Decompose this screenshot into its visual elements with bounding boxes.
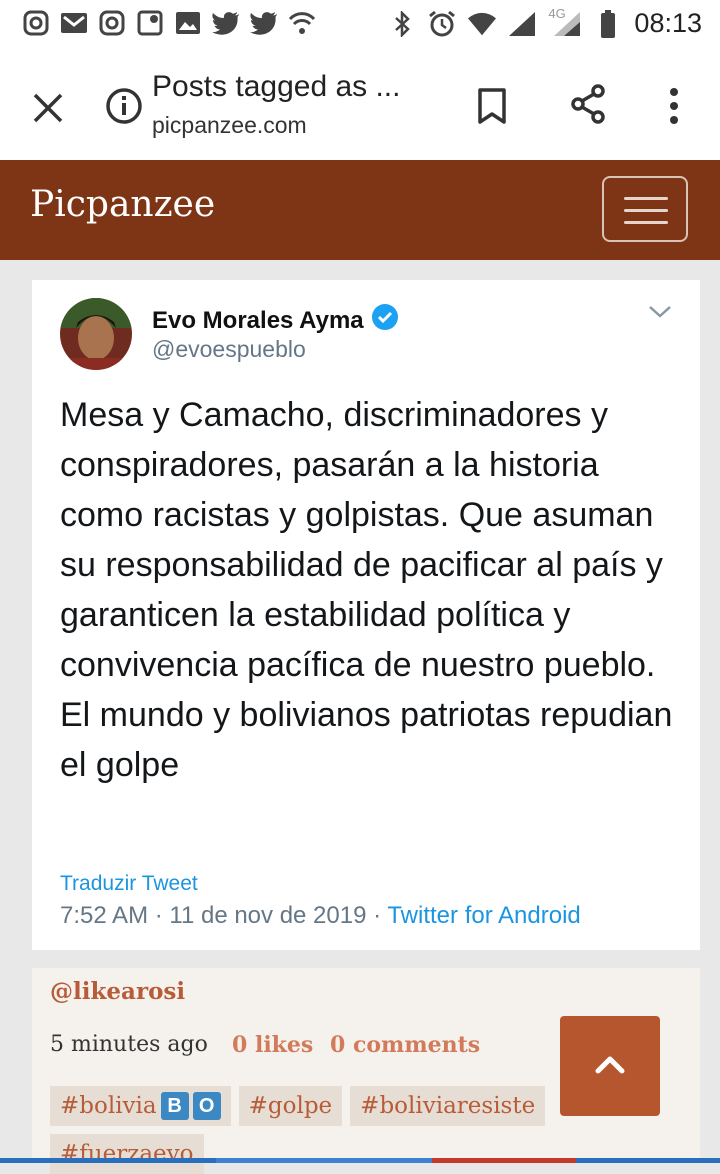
tag-label: #boliviaresiste <box>360 1093 536 1119</box>
tweet-meta: 7:52 AM · 11 de nov de 2019 · Twitter fo… <box>60 902 581 930</box>
translate-tweet-link[interactable]: Traduzir Tweet <box>60 872 198 896</box>
avatar <box>60 298 132 370</box>
menu-bar <box>624 221 668 224</box>
share-icon[interactable] <box>566 82 610 126</box>
wifi-icon <box>468 10 497 38</box>
menu-bar <box>624 197 668 200</box>
battery-icon <box>594 9 622 38</box>
twitter-icon <box>250 9 278 37</box>
comments-link[interactable]: 0 comments <box>330 1032 480 1058</box>
image-icon <box>174 9 202 37</box>
tag-golpe[interactable]: #golpe <box>238 1086 343 1126</box>
tweet-timestamp[interactable]: 7:52 AM · 11 de nov de 2019 · <box>60 902 387 929</box>
tweet-source[interactable]: Twitter for Android <box>387 902 580 929</box>
post-username[interactable]: @likearosi <box>50 978 185 1005</box>
close-icon[interactable] <box>26 86 70 130</box>
site-brand[interactable]: Picpanzee <box>30 184 215 225</box>
tag-label: #fuerzaevo <box>60 1141 194 1167</box>
site-header: Picpanzee <box>0 160 720 260</box>
notification-icons <box>22 9 316 37</box>
instagram-icon <box>98 9 126 37</box>
more-options-icon[interactable] <box>658 82 690 130</box>
alarm-icon <box>428 10 456 38</box>
tweet-author-handle[interactable]: @evoespueblo <box>152 336 306 363</box>
instagram-icon <box>22 9 50 37</box>
tag-label: #bolivia <box>60 1093 157 1119</box>
verified-icon <box>370 302 400 339</box>
tweet-author-name[interactable]: Evo Morales Ayma <box>152 302 400 339</box>
post-time: 5 minutes ago <box>50 1032 208 1057</box>
page-url: picpanzee.com <box>152 112 307 138</box>
chevron-down-icon[interactable] <box>646 302 674 322</box>
scroll-to-top-button[interactable] <box>560 1016 660 1116</box>
bluetooth-icon <box>388 10 416 38</box>
gmail-icon <box>60 9 88 37</box>
page-title: Posts tagged as ... <box>152 70 401 103</box>
bottom-divider <box>0 1158 720 1163</box>
info-icon[interactable] <box>102 84 146 128</box>
vpn-icon <box>288 9 316 37</box>
system-icons: 4G 08:13 <box>388 6 702 39</box>
menu-bar <box>624 209 668 212</box>
status-time: 08:13 <box>634 8 702 38</box>
signal-4g-icon: 4G <box>548 6 582 38</box>
signal-icon <box>508 10 536 38</box>
menu-toggle-button[interactable] <box>602 176 688 242</box>
tag-bolivia[interactable]: #bolivia B O <box>50 1086 231 1126</box>
network-type-label: 4G <box>548 5 566 21</box>
bookmark-icon[interactable] <box>470 84 514 128</box>
twitter-icon <box>212 9 240 37</box>
chevron-up-icon <box>594 1052 626 1081</box>
tag-label: #golpe <box>248 1093 333 1119</box>
custom-tab-toolbar: Posts tagged as ... picpanzee.com <box>0 50 720 161</box>
tweet-card: Evo Morales Ayma @evoespueblo Mesa y Cam… <box>32 280 700 950</box>
tag-fuerzaevo[interactable]: #fuerzaevo <box>50 1134 204 1174</box>
flag-letter-b: B <box>160 1092 189 1120</box>
likes-link[interactable]: 0 likes <box>232 1032 313 1058</box>
author-name-text: Evo Morales Ayma <box>152 306 364 334</box>
tag-boliviaresiste[interactable]: #boliviaresiste <box>350 1086 546 1126</box>
maps-icon <box>136 9 164 37</box>
tweet-text: Mesa y Camacho, discriminadores y conspi… <box>60 396 684 784</box>
flag-letter-o: O <box>192 1092 221 1120</box>
status-bar: 4G 08:13 <box>0 0 720 50</box>
